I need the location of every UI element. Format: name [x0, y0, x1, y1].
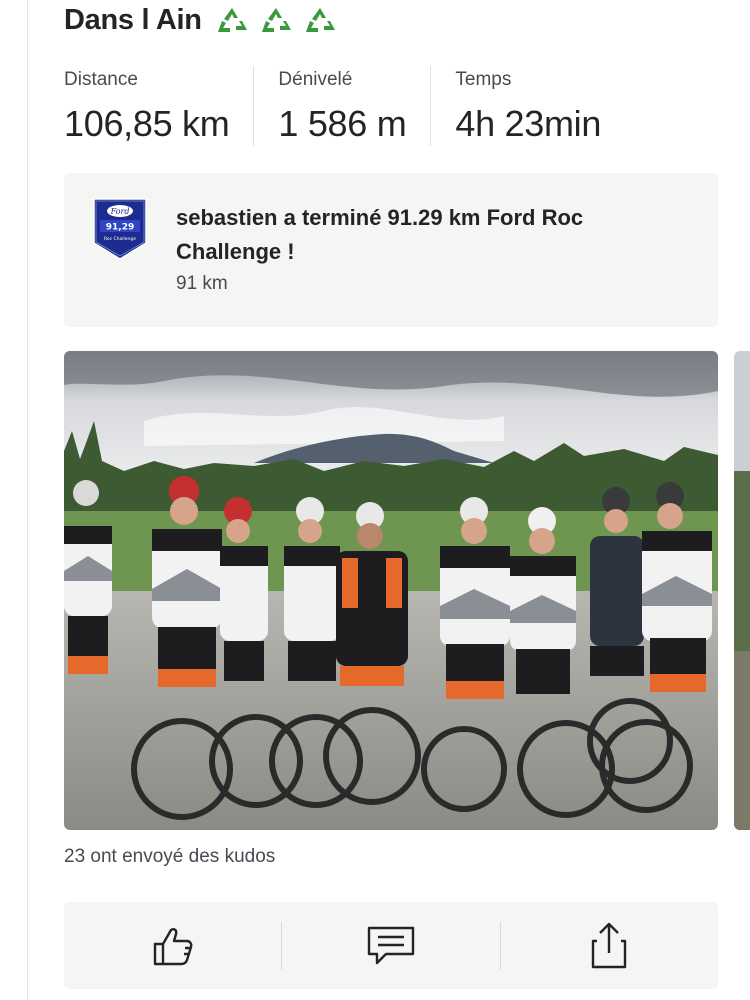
challenge-distance: 91 km	[176, 273, 228, 294]
stat-label: Distance	[64, 69, 138, 90]
activity-feed-card: Dans l Ain Distance 106,85 km Dénivelé 1…	[0, 0, 750, 1000]
challenge-card[interactable]: Ford 91,29 Roc Challenge sebastien a ter…	[64, 173, 718, 327]
action-bar	[64, 902, 718, 989]
svg-text:Roc Challenge: Roc Challenge	[104, 236, 136, 242]
activity-stats: Distance 106,85 km Dénivelé 1 586 m Temp…	[64, 66, 625, 146]
comment-button[interactable]	[282, 902, 499, 989]
svg-text:Ford: Ford	[110, 207, 130, 216]
stat-value: 1 586 m	[278, 103, 407, 144]
share-button[interactable]	[501, 902, 718, 989]
svg-text:91,29: 91,29	[106, 223, 134, 233]
stat-label: Temps	[455, 69, 512, 90]
recycle-icon	[217, 8, 247, 32]
activity-photo[interactable]	[64, 351, 718, 830]
title-emojis	[212, 5, 340, 35]
challenge-badge-icon: Ford 91,29 Roc Challenge	[93, 198, 147, 260]
next-photo-thumbnail	[734, 351, 750, 830]
thumbs-up-icon	[153, 927, 193, 965]
stat-value: 4h 23min	[455, 103, 602, 144]
recycle-icon	[261, 8, 291, 32]
kudos-button[interactable]	[64, 902, 281, 989]
stat-elevation: Dénivelé 1 586 m	[253, 66, 430, 146]
group-cyclists-photo	[64, 351, 718, 830]
left-divider	[27, 0, 28, 1000]
stat-value: 106,85 km	[64, 103, 230, 144]
activity-title[interactable]: Dans l Ain	[64, 4, 202, 37]
share-icon	[592, 922, 627, 968]
activity-title-row[interactable]: Dans l Ain	[64, 0, 340, 40]
next-photo-peek[interactable]	[734, 351, 750, 830]
stat-distance: Distance 106,85 km	[64, 66, 253, 146]
recycle-icon	[305, 8, 335, 32]
comment-icon	[367, 926, 415, 964]
challenge-title[interactable]: sebastien a terminé 91.29 km Ford Roc Ch…	[176, 201, 676, 269]
stat-time: Temps 4h 23min	[430, 66, 625, 146]
kudos-count[interactable]: 23 ont envoyé des kudos	[64, 846, 275, 868]
stat-label: Dénivelé	[278, 69, 353, 90]
